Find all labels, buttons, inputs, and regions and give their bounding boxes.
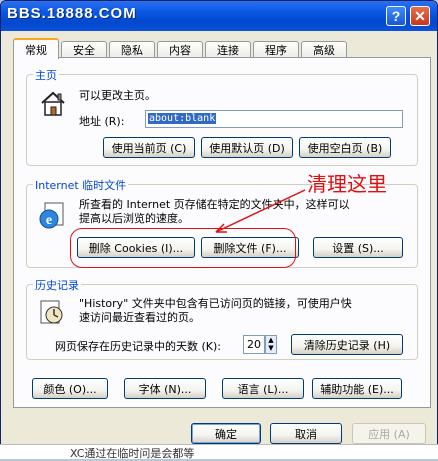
tab-general[interactable]: 常规 bbox=[13, 38, 59, 59]
background-text: XC通过在临时问是会都等 bbox=[70, 447, 195, 460]
annotation-text: 清理这里 bbox=[307, 172, 387, 196]
background-page-strip: XC通过在临时问是会都等 bbox=[0, 444, 438, 460]
annotation-arrow bbox=[215, 189, 306, 233]
